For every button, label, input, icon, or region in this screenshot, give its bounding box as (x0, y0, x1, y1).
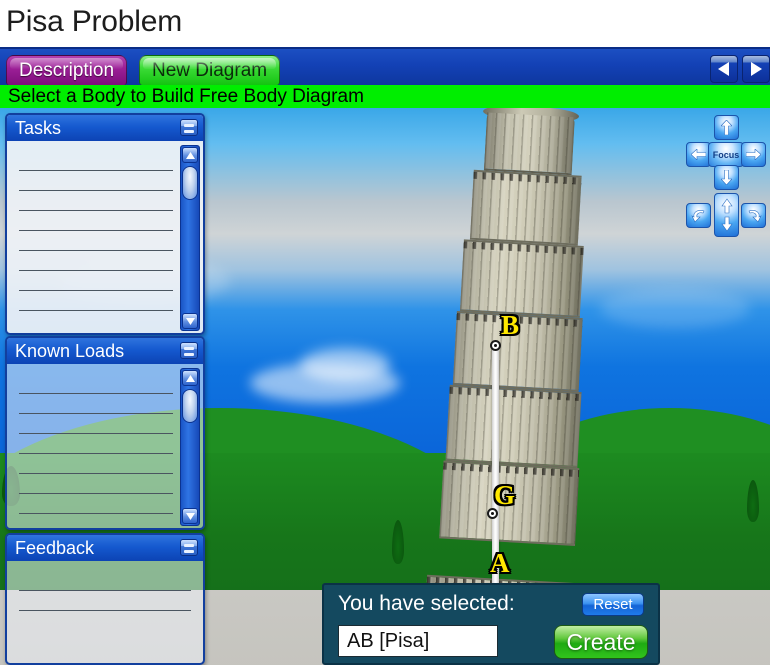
pan-right-button[interactable] (741, 142, 766, 167)
point-label-a: A (489, 547, 511, 580)
panel-known-loads[interactable]: Known Loads (5, 336, 205, 530)
pan-down-button[interactable] (714, 165, 739, 190)
tab-bar: Description New Diagram (0, 47, 770, 85)
tab-new-diagram[interactable]: New Diagram (139, 55, 281, 85)
tower-colonnade (445, 386, 582, 467)
arrow-left-icon (691, 149, 706, 160)
panel-feedback-lines (19, 571, 191, 623)
triangle-left-icon (718, 62, 729, 76)
application-window: Pisa Problem Description New Diagram Sel… (0, 0, 770, 665)
create-button[interactable]: Create (554, 625, 648, 659)
minimize-icon[interactable] (180, 539, 198, 556)
panel-known-loads-scrollbar[interactable] (180, 368, 200, 526)
rotate-left-icon (690, 209, 704, 223)
panel-tasks-header[interactable]: Tasks (7, 115, 203, 141)
next-button[interactable] (742, 55, 770, 83)
point-label-b: B (499, 309, 520, 342)
selection-input[interactable]: AB [Pisa] (338, 625, 498, 657)
panel-known-loads-header[interactable]: Known Loads (7, 338, 203, 364)
zoom-in-out-button[interactable] (714, 193, 739, 237)
rotate-right-icon (748, 209, 762, 223)
point-label-g: G (492, 479, 516, 512)
panel-feedback-header[interactable]: Feedback (7, 535, 203, 561)
rotate-zoom-pad (686, 193, 766, 241)
focus-label: Focus (712, 149, 740, 160)
tower-colonnade (470, 171, 582, 244)
status-bar: Select a Body to Build Free Body Diagram (0, 85, 770, 108)
rotate-right-button[interactable] (741, 203, 766, 228)
panel-tasks-lines (19, 151, 173, 329)
previous-button[interactable] (710, 55, 738, 83)
cloud-shape (300, 348, 390, 382)
minimize-icon[interactable] (180, 342, 198, 359)
tab-description[interactable]: Description (6, 55, 128, 85)
panel-tasks-body (7, 141, 203, 333)
scroll-up-button[interactable] (182, 147, 198, 163)
panel-tasks-scrollbar[interactable] (180, 145, 200, 331)
scroll-down-button[interactable] (182, 508, 198, 524)
rotate-left-button[interactable] (686, 203, 711, 228)
tower-tier (445, 384, 582, 469)
caret-up-icon (185, 151, 195, 159)
double-arrow-icon (720, 198, 733, 232)
panel-tasks[interactable]: Tasks (5, 113, 205, 335)
panel-feedback[interactable]: Feedback (5, 533, 205, 665)
tab-new-diagram-label: New Diagram (152, 59, 268, 81)
caret-up-icon (185, 374, 195, 382)
focus-center-button[interactable]: Focus (708, 142, 744, 167)
triangle-right-icon (751, 62, 762, 76)
tower-tier (469, 169, 582, 246)
reset-button-label: Reset (593, 596, 633, 613)
panel-feedback-body (7, 561, 203, 663)
focus-dpad: Focus (686, 115, 766, 190)
minimize-icon[interactable] (180, 119, 198, 136)
tower-colonnade (460, 241, 584, 316)
scroll-up-button[interactable] (182, 370, 198, 386)
panel-known-loads-lines (19, 374, 173, 524)
arrow-down-icon (721, 170, 732, 185)
tower-colonnade (483, 112, 575, 174)
pan-up-button[interactable] (714, 115, 739, 140)
panel-tasks-title: Tasks (15, 117, 62, 138)
scroll-down-button[interactable] (182, 313, 198, 329)
scrollbar-thumb[interactable] (182, 166, 198, 200)
selection-dialog-label: You have selected: (338, 592, 515, 615)
arrow-up-icon (721, 120, 732, 135)
tower-belfry (483, 112, 575, 176)
status-message: Select a Body to Build Free Body Diagram (8, 85, 364, 107)
selection-dialog: You have selected: AB [Pisa] Reset Creat… (322, 583, 660, 665)
caret-down-icon (185, 512, 195, 520)
scrollbar-thumb[interactable] (182, 389, 198, 423)
page-title: Pisa Problem (6, 5, 183, 38)
point-node-b[interactable] (490, 340, 501, 351)
caret-down-icon (185, 317, 195, 325)
reset-button[interactable]: Reset (582, 593, 644, 616)
panel-feedback-title: Feedback (15, 537, 95, 558)
arrow-right-icon (746, 149, 761, 160)
tab-description-label: Description (19, 59, 115, 81)
panel-known-loads-body (7, 364, 203, 528)
create-button-label: Create (566, 628, 636, 655)
panel-known-loads-title: Known Loads (15, 340, 125, 361)
tower-tier (459, 239, 584, 318)
cloud-shape (600, 288, 750, 328)
